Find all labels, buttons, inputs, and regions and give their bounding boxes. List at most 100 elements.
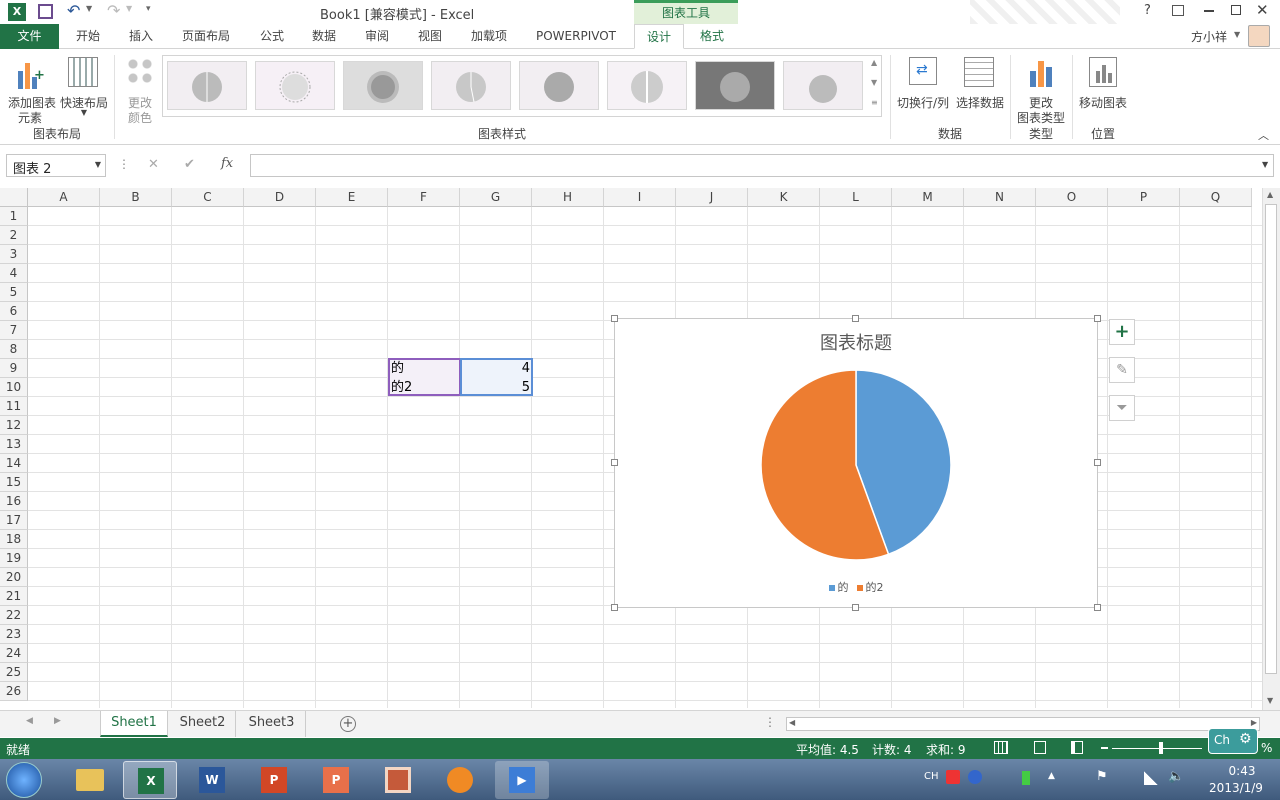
column-header-c[interactable]: C (172, 188, 244, 207)
zoom-out-icon[interactable] (1101, 747, 1108, 749)
name-box[interactable]: 图表 2 ▼ (6, 154, 106, 177)
row-header-13[interactable]: 13 (0, 435, 28, 454)
word-taskbar-icon[interactable]: W (185, 761, 239, 799)
tab-file[interactable]: 文件 (0, 24, 59, 49)
tab-addins[interactable]: 加载项 (462, 24, 516, 49)
pie-chart[interactable] (615, 319, 1097, 609)
row-header-12[interactable]: 12 (0, 416, 28, 435)
tab-insert[interactable]: 插入 (119, 24, 163, 49)
row-header-2[interactable]: 2 (0, 226, 28, 245)
row-header-25[interactable]: 25 (0, 663, 28, 682)
chart-style-6[interactable] (607, 61, 687, 110)
redo-dropdown-icon[interactable]: ▼ (126, 4, 132, 13)
cell-f9[interactable]: 的 (391, 359, 404, 378)
close-icon[interactable]: ✕ (1256, 1, 1269, 19)
column-header-b[interactable]: B (100, 188, 172, 207)
name-box-dropdown-icon[interactable]: ▼ (95, 160, 101, 169)
legend-entry-1[interactable]: 的 (828, 581, 849, 594)
column-header-n[interactable]: N (964, 188, 1036, 207)
column-header-q[interactable]: Q (1180, 188, 1252, 207)
move-chart-button[interactable]: 移动图表 (1074, 53, 1132, 113)
horizontal-scrollbar[interactable]: ◀ ▶ (786, 717, 1260, 731)
hscroll-left-icon[interactable]: ◀ (789, 718, 795, 727)
column-header-d[interactable]: D (244, 188, 316, 207)
restore-icon[interactable] (1231, 5, 1241, 15)
gallery-scroll-up-icon[interactable]: ▲ (871, 58, 877, 67)
chart-style-4[interactable] (431, 61, 511, 110)
tab-review[interactable]: 审阅 (355, 24, 399, 49)
enter-icon[interactable]: ✔ (184, 157, 195, 172)
cell-f10[interactable]: 的2 (391, 378, 412, 397)
column-header-k[interactable]: K (748, 188, 820, 207)
tray-help-icon[interactable] (968, 770, 982, 784)
tray-battery-icon[interactable] (1022, 771, 1030, 785)
row-header-8[interactable]: 8 (0, 340, 28, 359)
select-all-corner[interactable] (0, 188, 28, 207)
select-data-button[interactable]: 选择数据 (952, 53, 1008, 113)
tab-page-layout[interactable]: 页面布局 (172, 24, 240, 49)
tray-arrow-icon[interactable]: ▲ (1048, 771, 1055, 781)
row-header-11[interactable]: 11 (0, 397, 28, 416)
column-header-e[interactable]: E (316, 188, 388, 207)
page-break-view-icon[interactable] (1071, 741, 1083, 754)
app-taskbar-icon[interactable] (433, 761, 487, 799)
powerpoint-taskbar-icon[interactable]: P (247, 761, 301, 799)
change-colors-button[interactable]: 更改 颜色 (118, 53, 162, 125)
save-icon[interactable] (38, 4, 53, 19)
zoom-slider-thumb[interactable] (1159, 742, 1163, 754)
tab-split-icon[interactable]: ⋮ (764, 715, 776, 729)
tab-home[interactable]: 开始 (66, 24, 110, 49)
legend-entry-2[interactable]: 的2 (856, 581, 884, 594)
row-header-1[interactable]: 1 (0, 207, 28, 226)
sheet-tab-sheet2[interactable]: Sheet2 (170, 711, 236, 737)
column-header-a[interactable]: A (28, 188, 100, 207)
row-header-4[interactable]: 4 (0, 264, 28, 283)
presentation-taskbar-icon[interactable] (371, 761, 425, 799)
undo-dropdown-icon[interactable]: ▼ (86, 4, 92, 13)
insert-function-icon[interactable]: fx (221, 156, 233, 171)
clock-date[interactable]: 2013/1/9 (1196, 781, 1276, 795)
clock-time[interactable]: 0:43 (1210, 764, 1274, 778)
zoom-slider[interactable] (1112, 748, 1202, 749)
row-header-18[interactable]: 18 (0, 530, 28, 549)
user-name[interactable]: 方小祥 (1191, 28, 1227, 45)
row-header-9[interactable]: 9 (0, 359, 28, 378)
resize-handle-mr[interactable] (1094, 459, 1101, 466)
collapse-ribbon-icon[interactable]: ︿ (1258, 127, 1269, 143)
column-header-o[interactable]: O (1036, 188, 1108, 207)
slideshow-taskbar-icon[interactable]: P (309, 761, 363, 799)
help-button[interactable]: ? (1144, 3, 1151, 18)
tab-formulas[interactable]: 公式 (250, 24, 294, 49)
resize-handle-tr[interactable] (1094, 315, 1101, 322)
row-header-16[interactable]: 16 (0, 492, 28, 511)
row-header-20[interactable]: 20 (0, 568, 28, 587)
tray-sogou-icon[interactable] (946, 770, 960, 784)
column-header-j[interactable]: J (676, 188, 748, 207)
tab-powerpivot[interactable]: POWERPIVOT (528, 24, 624, 49)
row-header-15[interactable]: 15 (0, 473, 28, 492)
resize-handle-ml[interactable] (611, 459, 618, 466)
column-header-g[interactable]: G (460, 188, 532, 207)
chart-legend[interactable]: 的 的2 (615, 579, 1097, 595)
row-header-5[interactable]: 5 (0, 283, 28, 302)
cell-g10[interactable]: 5 (462, 378, 530, 397)
language-indicator[interactable]: CH (924, 771, 939, 782)
excel-taskbar-icon[interactable]: X (123, 761, 177, 799)
row-header-10[interactable]: 10 (0, 378, 28, 397)
cancel-icon[interactable]: ✕ (148, 157, 159, 172)
row-header-24[interactable]: 24 (0, 644, 28, 663)
tab-design[interactable]: 设计 (634, 24, 684, 49)
row-header-7[interactable]: 7 (0, 321, 28, 340)
vertical-scrollbar[interactable]: ▲ ▼ (1262, 188, 1280, 710)
chart-area[interactable]: 图表标题 的的2 (614, 318, 1098, 608)
ime-toolbar[interactable]: Ch ⚙ (1208, 728, 1258, 754)
hscroll-right-icon[interactable]: ▶ (1251, 718, 1257, 727)
column-header-p[interactable]: P (1108, 188, 1180, 207)
tab-format[interactable]: 格式 (688, 24, 736, 49)
row-header-3[interactable]: 3 (0, 245, 28, 264)
tray-network-icon[interactable] (1144, 771, 1158, 785)
column-header-m[interactable]: M (892, 188, 964, 207)
chart-style-7[interactable] (695, 61, 775, 110)
zoom-percent[interactable]: % (1261, 741, 1272, 755)
change-chart-type-button[interactable]: 更改 图表类型 (1012, 53, 1070, 125)
